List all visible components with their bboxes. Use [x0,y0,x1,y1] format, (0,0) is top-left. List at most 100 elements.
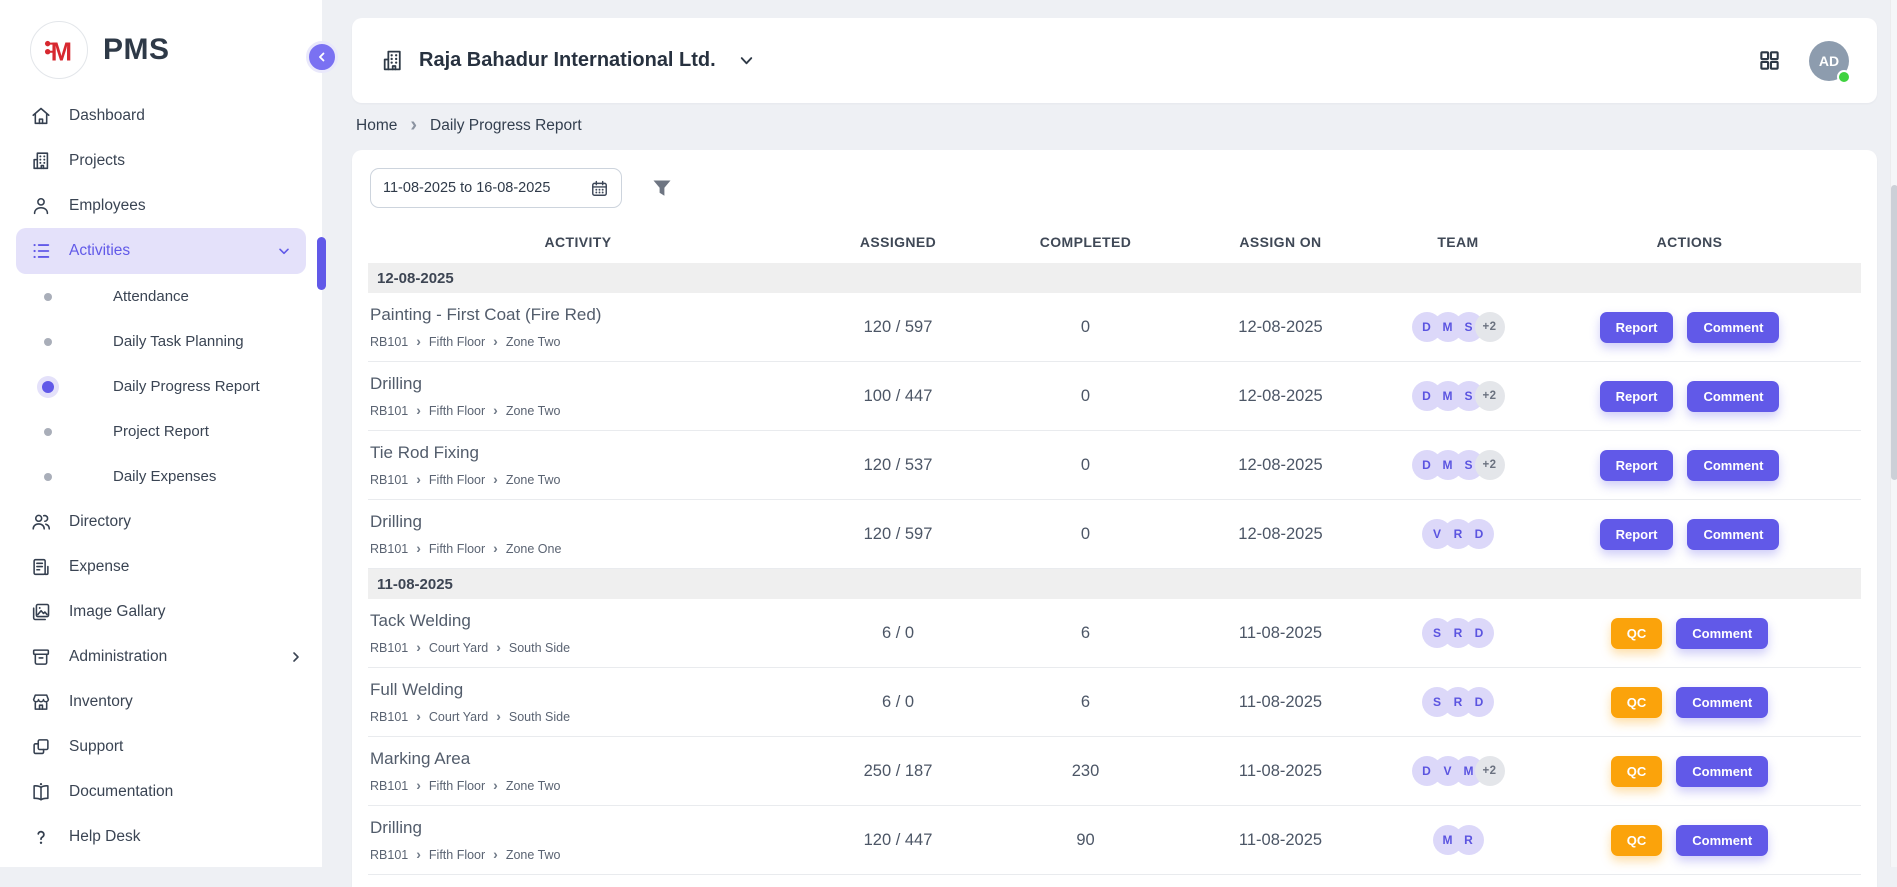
activity-title: Tack Welding [370,611,788,631]
chevron-right-icon: › [496,642,501,652]
activity-cell: Marking AreaRB101›Fifth Floor›Zone Two [368,749,788,793]
sidebar-item-label: Activities [69,242,130,260]
completed-cell: 0 [1008,525,1163,544]
apps-grid-icon[interactable] [1758,49,1781,72]
sidebar-subitem-attendance[interactable]: Attendance [0,274,322,319]
assign-on-cell: 12-08-2025 [1163,387,1398,406]
team-avatar[interactable]: D [1464,519,1494,549]
path-segment: Fifth Floor [429,404,485,418]
comment-button[interactable]: Comment [1676,756,1768,787]
sidebar-item-label: Dashboard [69,107,145,125]
sidebar-item-documentation[interactable]: Documentation [0,769,322,814]
activity-location-path: RB101›Fifth Floor›Zone Two [370,848,788,862]
completed-cell: 230 [1008,762,1163,781]
assign-on-cell: 12-08-2025 [1163,318,1398,337]
sidebar-item-support[interactable]: Support [0,724,322,769]
completed-cell: 0 [1008,318,1163,337]
comment-button[interactable]: Comment [1676,618,1768,649]
sidebar-item-expense[interactable]: Expense [0,544,322,589]
sidebar-item-projects[interactable]: Projects [0,138,322,183]
assigned-cell: 6 / 0 [788,624,1008,643]
filter-funnel-icon[interactable] [650,176,674,200]
date-group-header: 11-08-2025 [368,569,1861,599]
qc-button[interactable]: QC [1611,687,1663,718]
team-avatar[interactable]: D [1464,687,1494,717]
activity-cell: Painting - First Coat (Fire Red)RB101›Fi… [368,305,788,349]
sidebar-item-help-desk[interactable]: Help Desk [0,814,322,859]
chevron-right-icon: › [416,780,421,790]
sidebar-item-image-gallary[interactable]: Image Gallary [0,589,322,634]
comment-button[interactable]: Comment [1687,519,1779,550]
chevron-right-icon [288,649,304,665]
sidebar-item-inventory[interactable]: Inventory [0,679,322,724]
sidebar-subitem-daily-expenses[interactable]: Daily Expenses [0,454,322,499]
actions-cell: Report Comment [1518,519,1861,550]
path-segment: RB101 [370,641,408,655]
bullet-dot-icon [44,428,52,436]
team-extra-count[interactable]: +2 [1475,450,1505,480]
comment-button[interactable]: Comment [1687,381,1779,412]
path-segment: RB101 [370,542,408,556]
comment-button[interactable]: Comment [1687,450,1779,481]
date-range-input[interactable]: 11-08-2025 to 16-08-2025 [370,168,622,208]
path-segment: South Side [509,641,570,655]
assign-on-cell: 11-08-2025 [1163,624,1398,643]
breadcrumb-item-home[interactable]: Home [356,117,397,135]
activity-cell: Full WeldingRB101›Court Yard›South Side [368,680,788,724]
report-button[interactable]: Report [1600,450,1674,481]
list-icon [30,240,52,262]
table-row: Full WeldingRB101›Court Yard›South Side6… [368,668,1861,737]
comment-button[interactable]: Comment [1676,687,1768,718]
page-scrollbar[interactable] [1890,0,1897,867]
report-button[interactable]: Report [1600,519,1674,550]
company-selector[interactable]: Raja Bahadur International Ltd. [380,48,756,73]
sidebar-item-label: Directory [69,513,131,531]
path-segment: Zone Two [506,473,561,487]
assigned-cell: 120 / 597 [788,318,1008,337]
sidebar-item-activities[interactable]: Activities [16,228,306,274]
sidebar-item-dashboard[interactable]: Dashboard [0,93,322,138]
person-icon [30,195,52,217]
sidebar-item-directory[interactable]: Directory [0,499,322,544]
qc-button[interactable]: QC [1611,756,1663,787]
activity-title: Drilling [370,512,788,532]
actions-cell: Report Comment [1518,312,1861,343]
assigned-cell: 120 / 537 [788,456,1008,475]
team-avatar[interactable]: D [1464,618,1494,648]
team-extra-count[interactable]: +2 [1475,381,1505,411]
assign-on-cell: 12-08-2025 [1163,525,1398,544]
team-extra-count[interactable]: +2 [1475,312,1505,342]
sidebar-item-label: Expense [69,558,129,576]
chevron-right-icon: › [416,642,421,652]
svg-text:M: M [51,38,72,66]
team-avatar[interactable]: R [1454,825,1484,855]
sidebar-item-administration[interactable]: Administration [0,634,322,679]
sidebar-collapse-button[interactable] [306,41,338,73]
chevron-right-icon: › [416,711,421,721]
sidebar-item-employees[interactable]: Employees [0,183,322,228]
breadcrumb-item-daily-progress-report: Daily Progress Report [430,117,582,135]
sidebar: M PMS DashboardProjectsEmployeesActiviti… [0,0,322,867]
user-avatar[interactable]: AD [1809,41,1849,81]
chevron-right-icon: › [496,711,501,721]
team-extra-count[interactable]: +2 [1475,756,1505,786]
activity-title: Marking Area [370,749,788,769]
report-button[interactable]: Report [1600,312,1674,343]
report-button[interactable]: Report [1600,381,1674,412]
chevron-right-icon: › [416,336,421,346]
actions-cell: QC Comment [1518,687,1861,718]
qc-button[interactable]: QC [1611,825,1663,856]
team-cell: SRD [1398,618,1518,648]
qc-button[interactable]: QC [1611,618,1663,649]
comment-button[interactable]: Comment [1676,825,1768,856]
column-header-activity: ACTIVITY [368,234,788,250]
table-row: DrillingRB101›Fifth Floor›Zone Two100 / … [368,362,1861,431]
column-header-team: TEAM [1398,234,1518,250]
store-icon [30,691,52,713]
chevron-right-icon: › [493,849,498,859]
comment-button[interactable]: Comment [1687,312,1779,343]
scrollbar-thumb[interactable] [1891,185,1897,480]
sidebar-subitem-project-report[interactable]: Project Report [0,409,322,454]
sidebar-subitem-daily-task-planning[interactable]: Daily Task Planning [0,319,322,364]
sidebar-subitem-daily-progress-report[interactable]: Daily Progress Report [0,364,322,409]
